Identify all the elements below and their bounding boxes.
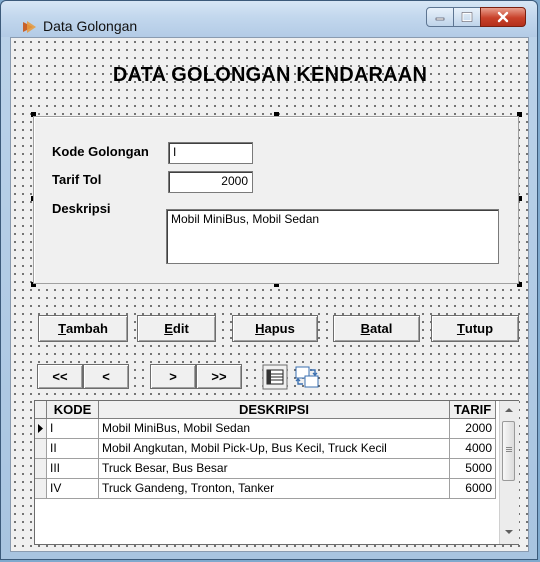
page-title: DATA GOLONGAN KENDARAAN [112, 64, 428, 86]
hapus-accelerator: H [255, 321, 265, 336]
tambah-accelerator: T [58, 321, 67, 336]
tutup-label: utup [464, 321, 494, 336]
kode-golongan-input[interactable]: I [168, 142, 253, 164]
table-cell-deskripsi[interactable]: Mobil MiniBus, Mobil Sedan [99, 419, 450, 439]
batal-label: atal [369, 321, 393, 336]
tutup-accelerator: T [456, 321, 465, 336]
table-cell-kode[interactable]: III [47, 459, 99, 479]
nav-next-button[interactable]: > [150, 364, 196, 389]
edit-label: dit [172, 321, 189, 336]
data-grid[interactable]: KODE DESKRIPSI TARIF I Mobil MiniBus, Mo… [34, 400, 519, 545]
title-bar[interactable]: Data Golongan [1, 1, 537, 37]
batal-button[interactable]: Batal [333, 315, 420, 342]
dbgrid-component-icon[interactable] [262, 364, 288, 390]
deskripsi-textarea[interactable]: Mobil MiniBus, Mobil Sedan [166, 209, 499, 264]
tutup-button[interactable]: Tutup [431, 315, 519, 342]
grid-indicator-header [35, 401, 47, 419]
grip-icon [506, 447, 512, 452]
tambah-label: ambah [66, 321, 108, 336]
datasource-component-icon[interactable] [294, 364, 320, 390]
scroll-down-arrow-icon[interactable] [503, 527, 515, 537]
maximize-button[interactable] [453, 7, 481, 27]
grid-header-kode[interactable]: KODE [47, 401, 99, 419]
table-cell-tarif[interactable]: 4000 [450, 439, 496, 459]
tambah-button[interactable]: Tambah [38, 315, 128, 342]
row-indicator [35, 419, 47, 439]
nav-last-button[interactable]: >> [196, 364, 242, 389]
table-cell-deskripsi[interactable]: Truck Besar, Bus Besar [99, 459, 450, 479]
edit-accelerator: E [164, 321, 173, 336]
table-cell-deskripsi[interactable]: Mobil Angkutan, Mobil Pick-Up, Bus Kecil… [99, 439, 450, 459]
vertical-scrollbar[interactable] [499, 401, 519, 544]
scroll-up-arrow-icon[interactable] [503, 405, 515, 415]
close-button[interactable] [480, 7, 526, 27]
table-cell-kode[interactable]: I [47, 419, 99, 439]
current-row-arrow-icon [38, 424, 43, 433]
tarif-tol-label: Tarif Tol [52, 172, 102, 187]
minimize-icon [435, 17, 445, 21]
edit-button[interactable]: Edit [137, 315, 216, 342]
hapus-label: apus [264, 321, 295, 336]
table-cell-tarif[interactable]: 2000 [450, 419, 496, 439]
kode-golongan-label: Kode Golongan [52, 144, 149, 159]
minimize-button[interactable] [426, 7, 454, 27]
hapus-button[interactable]: Hapus [232, 315, 318, 342]
deskripsi-label: Deskripsi [52, 201, 111, 216]
maximize-icon [461, 12, 473, 22]
table-cell-tarif[interactable]: 6000 [450, 479, 496, 499]
scrollbar-thumb[interactable] [502, 421, 515, 481]
window-title: Data Golongan [43, 18, 138, 34]
table-cell-kode[interactable]: IV [47, 479, 99, 499]
close-icon [497, 11, 509, 23]
table-cell-tarif[interactable]: 5000 [450, 459, 496, 479]
table-cell-deskripsi[interactable]: Truck Gandeng, Tronton, Tanker [99, 479, 450, 499]
batal-accelerator: B [360, 321, 370, 336]
row-indicator [35, 459, 47, 479]
row-indicator [35, 439, 47, 459]
row-indicator [35, 479, 47, 499]
grid-header-tarif[interactable]: TARIF [450, 401, 496, 419]
table-cell-kode[interactable]: II [47, 439, 99, 459]
tarif-tol-input[interactable]: 2000 [168, 171, 253, 193]
nav-prev-button[interactable]: < [83, 364, 129, 389]
nav-first-button[interactable]: << [37, 364, 83, 389]
grid-header-deskripsi[interactable]: DESKRIPSI [99, 401, 450, 419]
app-icon [23, 21, 36, 33]
